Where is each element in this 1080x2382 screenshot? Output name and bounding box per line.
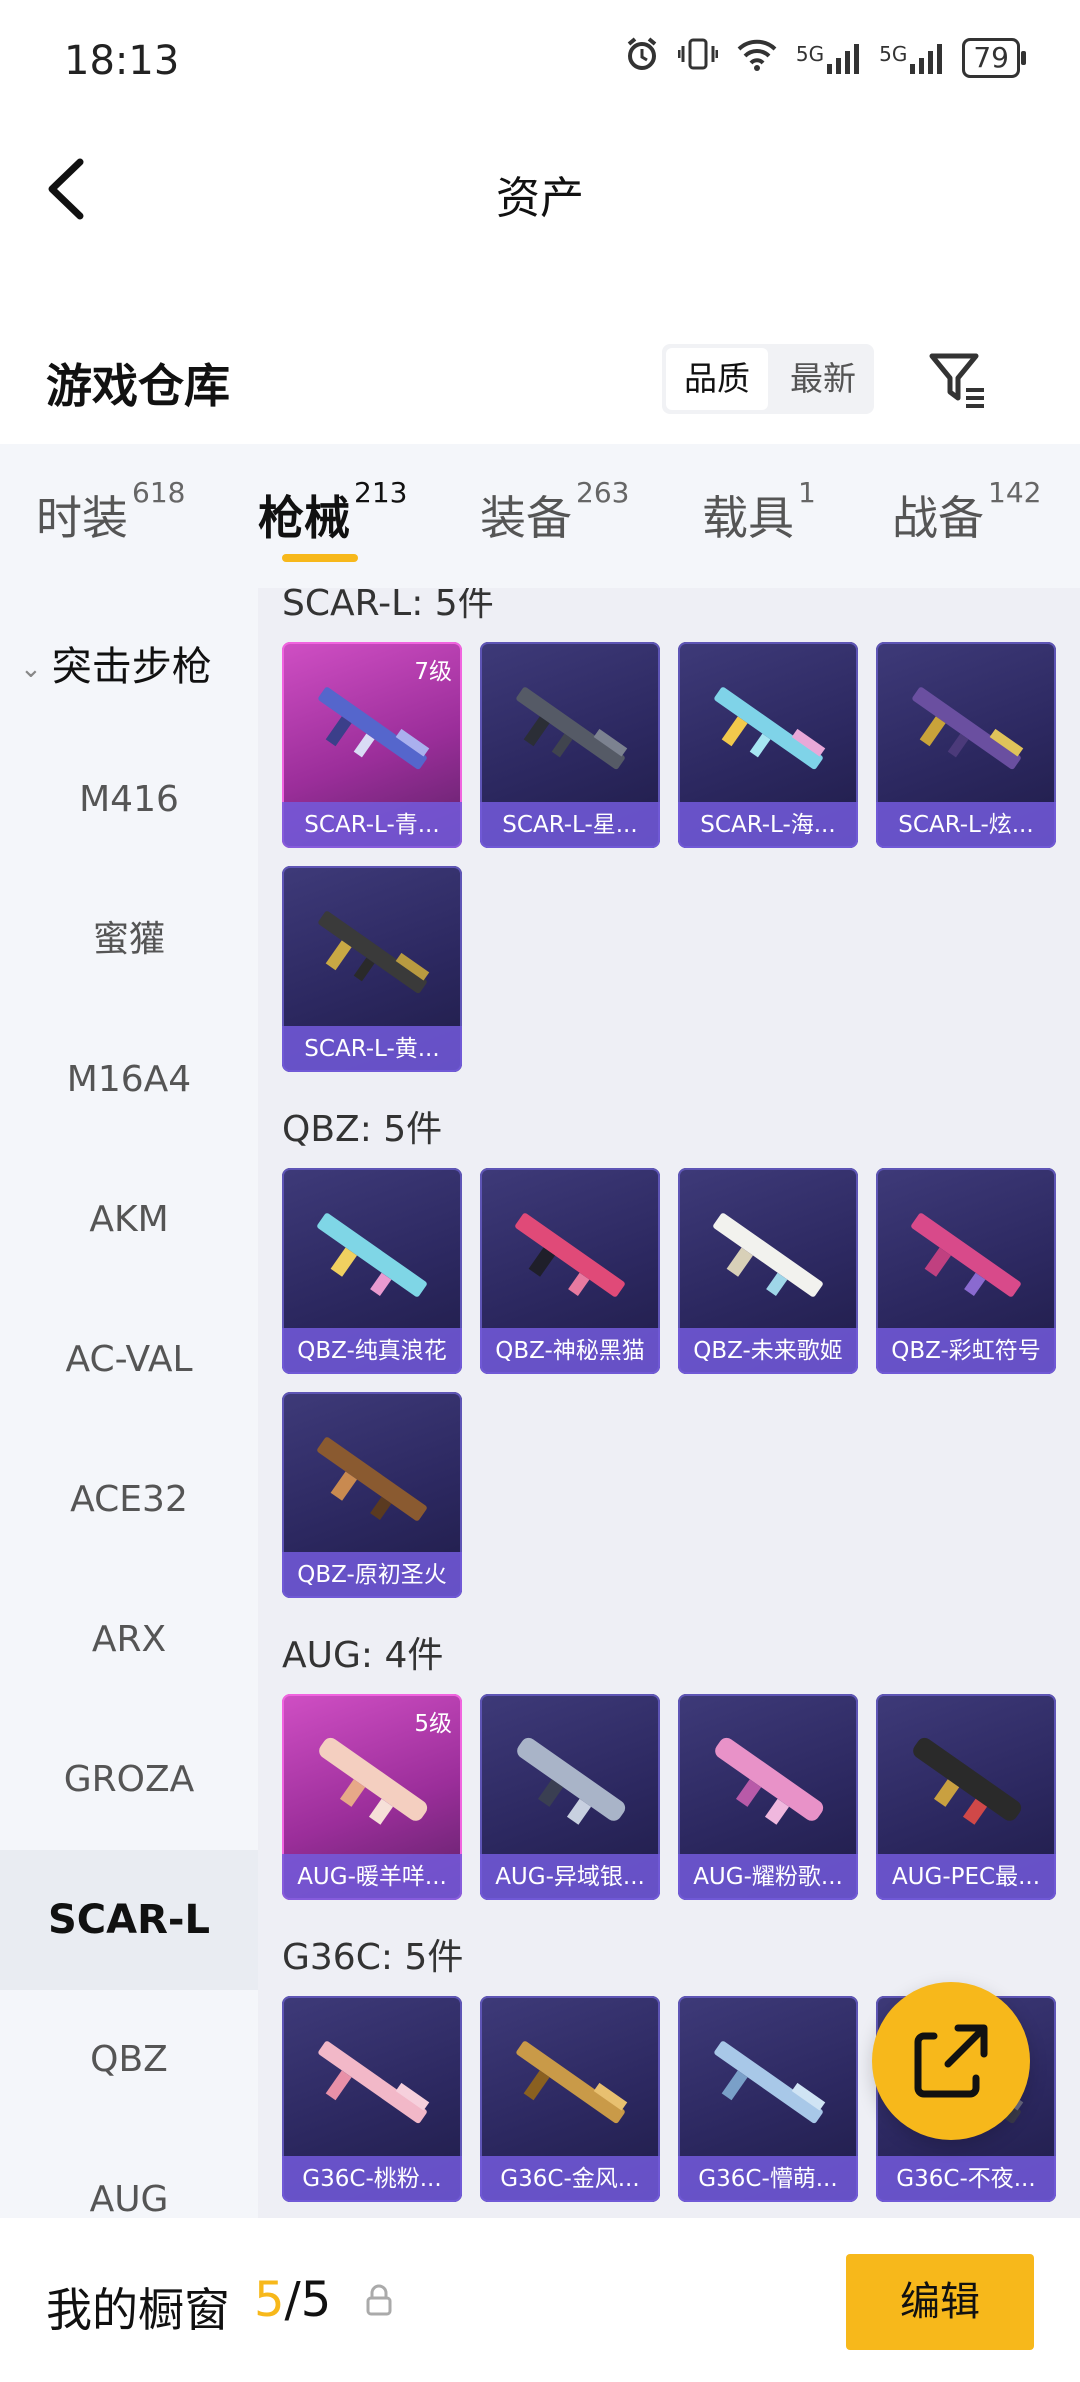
sort-switch: 品质 最新 (662, 344, 874, 414)
rifle-icon (318, 2041, 430, 2124)
rifle-icon (516, 2041, 628, 2124)
tab-firearms[interactable]: 枪械 213 (258, 476, 407, 548)
rifle-icon (516, 687, 628, 770)
weapon-grid: SCAR-L: 5件 7级 SCAR-L-青... SCAR-L-星... SC… (258, 588, 1080, 2218)
sidebar-item-scar-l[interactable]: SCAR-L (0, 1850, 258, 1990)
warehouse-header: 游戏仓库 品质 最新 (0, 330, 1080, 430)
tab-gear[interactable]: 战备 142 (892, 476, 1041, 548)
cellular-signal-1-icon: 5G (796, 42, 861, 74)
rifle-icon (912, 687, 1024, 770)
rifle-icon (913, 1737, 1022, 1825)
filter-icon (929, 353, 984, 408)
lock-icon (366, 2284, 392, 2316)
battery-indicator: 79 (962, 38, 1026, 78)
page-title: 资产 (496, 173, 584, 224)
weapon-card[interactable]: AUG-PEC最... (876, 1694, 1056, 1900)
weapon-card[interactable]: QBZ-未来歌姬 (678, 1168, 858, 1374)
section-title-aug: AUG: 4件 (282, 1635, 444, 1676)
weapon-card[interactable]: QBZ-神秘黑猫 (480, 1168, 660, 1374)
weapon-card[interactable]: G36C-金风... (480, 1996, 660, 2202)
showcase-bar: 我的橱窗 5/5 编辑 (0, 2218, 1080, 2382)
rifle-icon (318, 911, 430, 994)
weapon-card[interactable]: G36C-懵萌... (678, 1996, 858, 2202)
weapon-card[interactable]: SCAR-L-黄... (282, 866, 462, 1072)
sidebar-category[interactable]: ⌄ 突击步枪 (20, 634, 212, 692)
alarm-icon (624, 36, 660, 80)
rifle-icon (515, 1213, 625, 1297)
weapon-card[interactable]: AUG-耀粉歌... (678, 1694, 858, 1900)
weapon-card[interactable]: AUG-异域银... (480, 1694, 660, 1900)
status-bar: 18:13 5G 5G 79 (0, 0, 1080, 120)
sidebar-item-akm[interactable]: AKM (0, 1150, 258, 1290)
sort-option-newest[interactable]: 最新 (772, 344, 874, 414)
weapon-card[interactable]: QBZ-彩虹符号 (876, 1168, 1056, 1374)
rifle-icon (911, 1213, 1021, 1297)
sidebar-item-ac-val[interactable]: AC-VAL (0, 1290, 258, 1430)
app-header: 资产 (0, 140, 1080, 240)
sidebar-item-ace32[interactable]: ACE32 (0, 1430, 258, 1570)
sidebar-item-m16a4[interactable]: M16A4 (0, 1010, 258, 1150)
tab-equipment[interactable]: 装备 263 (480, 476, 629, 548)
warehouse-title: 游戏仓库 (46, 359, 230, 413)
filter-button[interactable] (926, 348, 990, 412)
section-title-g36c: G36C: 5件 (282, 1937, 464, 1978)
edit-button[interactable]: 编辑 (846, 2254, 1034, 2350)
sidebar-item-aug[interactable]: AUG (0, 2130, 258, 2218)
sidebar-item-m416[interactable]: M416 (0, 730, 258, 870)
sidebar-item-arx[interactable]: ARX (0, 1570, 258, 1710)
chevron-down-icon: ⌄ (20, 654, 42, 684)
weapon-card[interactable]: SCAR-L-海... (678, 642, 858, 848)
rifle-icon (317, 1213, 427, 1297)
weapon-card[interactable]: SCAR-L-炫... (876, 642, 1056, 848)
tab-active-indicator (282, 554, 358, 562)
showcase-title: 我的橱窗 (46, 2283, 230, 2337)
wifi-icon (736, 37, 778, 79)
showcase-count: 5/5 (254, 2272, 332, 2328)
rifle-icon (713, 1213, 823, 1297)
weapon-card[interactable]: 5级 AUG-暖羊咩... (282, 1694, 462, 1900)
status-time: 18:13 (64, 38, 180, 84)
share-icon (914, 2024, 988, 2098)
weapon-card[interactable]: G36C-桃粉... (282, 1996, 462, 2202)
vibrate-icon (677, 36, 719, 80)
weapon-card[interactable]: QBZ-原初圣火 (282, 1392, 462, 1598)
category-tabs: 时装 618 枪械 213 装备 263 载具 1 战备 142 (0, 444, 1080, 588)
status-icons: 5G 5G 79 (624, 36, 1026, 80)
tab-vehicles[interactable]: 载具 1 (702, 476, 816, 548)
weapon-card[interactable]: SCAR-L-星... (480, 642, 660, 848)
section-title-qbz: QBZ: 5件 (282, 1109, 443, 1150)
sort-option-quality[interactable]: 品质 (666, 348, 768, 410)
section-title-scar-l: SCAR-L: 5件 (282, 588, 494, 624)
rifle-icon (715, 1737, 824, 1825)
rifle-icon (714, 2041, 826, 2124)
tab-fashion[interactable]: 时装 618 (36, 476, 185, 548)
cellular-signal-2-icon: 5G (879, 42, 944, 74)
sidebar-item-qbz[interactable]: QBZ (0, 1990, 258, 2130)
rifle-icon (317, 1437, 427, 1521)
share-button[interactable] (872, 1982, 1030, 2140)
rifle-icon (714, 687, 826, 770)
weapon-card[interactable]: QBZ-纯真浪花 (282, 1168, 462, 1374)
weapon-sidebar: ⌄ 突击步枪 M416 蜜獾 M16A4 AKM AC-VAL ACE32 ARX… (0, 588, 258, 2218)
sidebar-item-groza[interactable]: GROZA (0, 1710, 258, 1850)
sidebar-item-honey-badger[interactable]: 蜜獾 (0, 870, 258, 1010)
rifle-icon (517, 1737, 626, 1825)
weapon-card[interactable]: 7级 SCAR-L-青... (282, 642, 462, 848)
